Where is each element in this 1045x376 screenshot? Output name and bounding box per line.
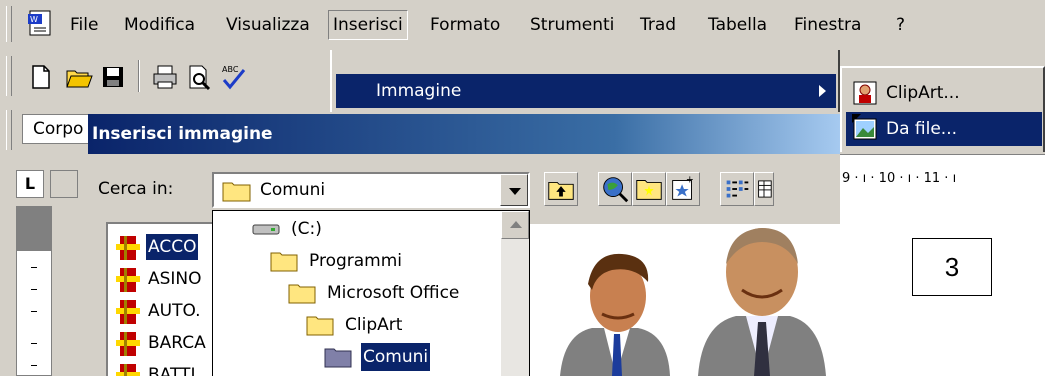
submenu-item-from-file[interactable]: Da file... (846, 112, 1042, 146)
clipart-file-icon (116, 236, 140, 260)
menu-bar: W File Modifica Visualizza Inserisci For… (0, 0, 1045, 48)
step-number-box: 3 (912, 238, 992, 296)
svg-text:W: W (30, 15, 38, 24)
look-in-label: Cerca in: (98, 179, 174, 199)
chevron-up-icon (510, 221, 522, 228)
folder-icon (222, 182, 251, 202)
standard-toolbar: ABC (0, 50, 330, 102)
tree-item-label: Programmi (309, 251, 403, 271)
up-one-level-icon[interactable] (544, 172, 578, 206)
formatting-grip[interactable] (6, 110, 12, 150)
menu-tabella[interactable]: Tabella (708, 12, 767, 38)
toolbar-separator (138, 60, 140, 92)
menu-item-immagine[interactable]: Immagine (336, 74, 836, 108)
menu-finestra[interactable]: Finestra (794, 12, 861, 38)
list-view-icon[interactable] (720, 172, 754, 206)
clipart-icon (853, 81, 877, 105)
image-submenu: ClipArt... Da file... (840, 66, 1045, 152)
spelling-check-icon[interactable]: ABC (218, 62, 248, 92)
svg-text:ABC: ABC (222, 65, 239, 74)
clipart-file-icon (116, 300, 140, 324)
horizontal-ruler: 9 · ı · 10 · ı · 11 · ı (840, 154, 1045, 202)
toolbar-grip[interactable] (6, 56, 12, 96)
svg-text:+: + (686, 174, 694, 185)
file-name: BARCA (148, 333, 206, 353)
menu-strumenti[interactable]: Strumenti (530, 12, 614, 38)
open-folder-icon[interactable] (64, 62, 94, 92)
ruler-corner (50, 170, 78, 198)
folder-open-icon (324, 348, 352, 368)
look-in-dropdown-button[interactable] (500, 174, 528, 206)
clipart-file-icon (116, 332, 140, 356)
file-name: BATTI (148, 365, 196, 376)
search-web-icon[interactable] (598, 172, 632, 206)
clipart-file-icon (116, 364, 140, 376)
clipart-file-icon (116, 268, 140, 292)
tab-stop-selector[interactable]: L (16, 170, 44, 198)
menu-trad[interactable]: Trad (640, 12, 676, 38)
menu-help[interactable]: ? (896, 12, 905, 38)
submenu-item-clipart-label: ClipArt... (886, 83, 960, 103)
submenu-arrow-icon (819, 85, 826, 97)
drive-icon (252, 224, 280, 235)
look-in-folder-tree[interactable]: (C:) Programmi Microsoft Office ClipArt … (212, 210, 530, 376)
tree-item-label: (C:) (291, 219, 322, 239)
insert-image-dialog: Cerca in: Comuni + ACCO ASINO AUTO. BARC… (88, 154, 840, 376)
details-view-icon[interactable] (754, 172, 774, 206)
tree-item-label: Comuni (359, 342, 432, 372)
menubar-grip[interactable] (6, 6, 12, 42)
menu-visualizza[interactable]: Visualizza (226, 12, 310, 38)
file-name: AUTO. (148, 301, 201, 321)
insert-menu-dropdown: Immagine (330, 50, 840, 112)
menu-inserisci[interactable]: Inserisci (328, 10, 408, 40)
scroll-up-button[interactable] (501, 211, 529, 239)
image-file-icon (853, 118, 877, 140)
insert-image-dialog-titlebar[interactable]: Inserisci immagine (88, 114, 840, 154)
print-icon[interactable] (150, 62, 180, 92)
menu-modifica[interactable]: Modifica (124, 12, 195, 38)
save-disk-icon[interactable] (98, 62, 128, 92)
menu-item-immagine-label: Immagine (376, 81, 462, 101)
folder-icon (306, 316, 334, 336)
formatting-toolbar: Corpo (0, 104, 92, 154)
submenu-item-from-file-label: Da file... (886, 119, 958, 139)
tree-item-label: Microsoft Office (327, 283, 460, 303)
file-name: ACCO (146, 234, 199, 260)
new-folder-icon[interactable] (632, 172, 666, 206)
menu-formato[interactable]: Formato (430, 12, 500, 38)
clipart-preview-image (530, 224, 840, 376)
style-combo[interactable]: Corpo (22, 114, 92, 144)
submenu-item-clipart[interactable]: ClipArt... (846, 76, 1042, 110)
add-favorites-icon[interactable]: + (666, 172, 700, 206)
vertical-ruler (16, 206, 52, 376)
look-in-value: Comuni (260, 180, 326, 200)
folder-icon (288, 284, 316, 304)
word-document-icon[interactable]: W (26, 10, 54, 36)
tree-item-label: ClipArt (345, 315, 403, 335)
menu-file[interactable]: File (70, 12, 98, 38)
chevron-down-icon (509, 188, 521, 195)
print-preview-icon[interactable] (184, 62, 214, 92)
folder-icon (270, 252, 298, 272)
file-name: ASINO (148, 269, 202, 289)
tree-scrollbar[interactable] (501, 211, 529, 376)
look-in-combo[interactable]: Comuni (212, 172, 530, 208)
new-document-icon[interactable] (26, 62, 56, 92)
